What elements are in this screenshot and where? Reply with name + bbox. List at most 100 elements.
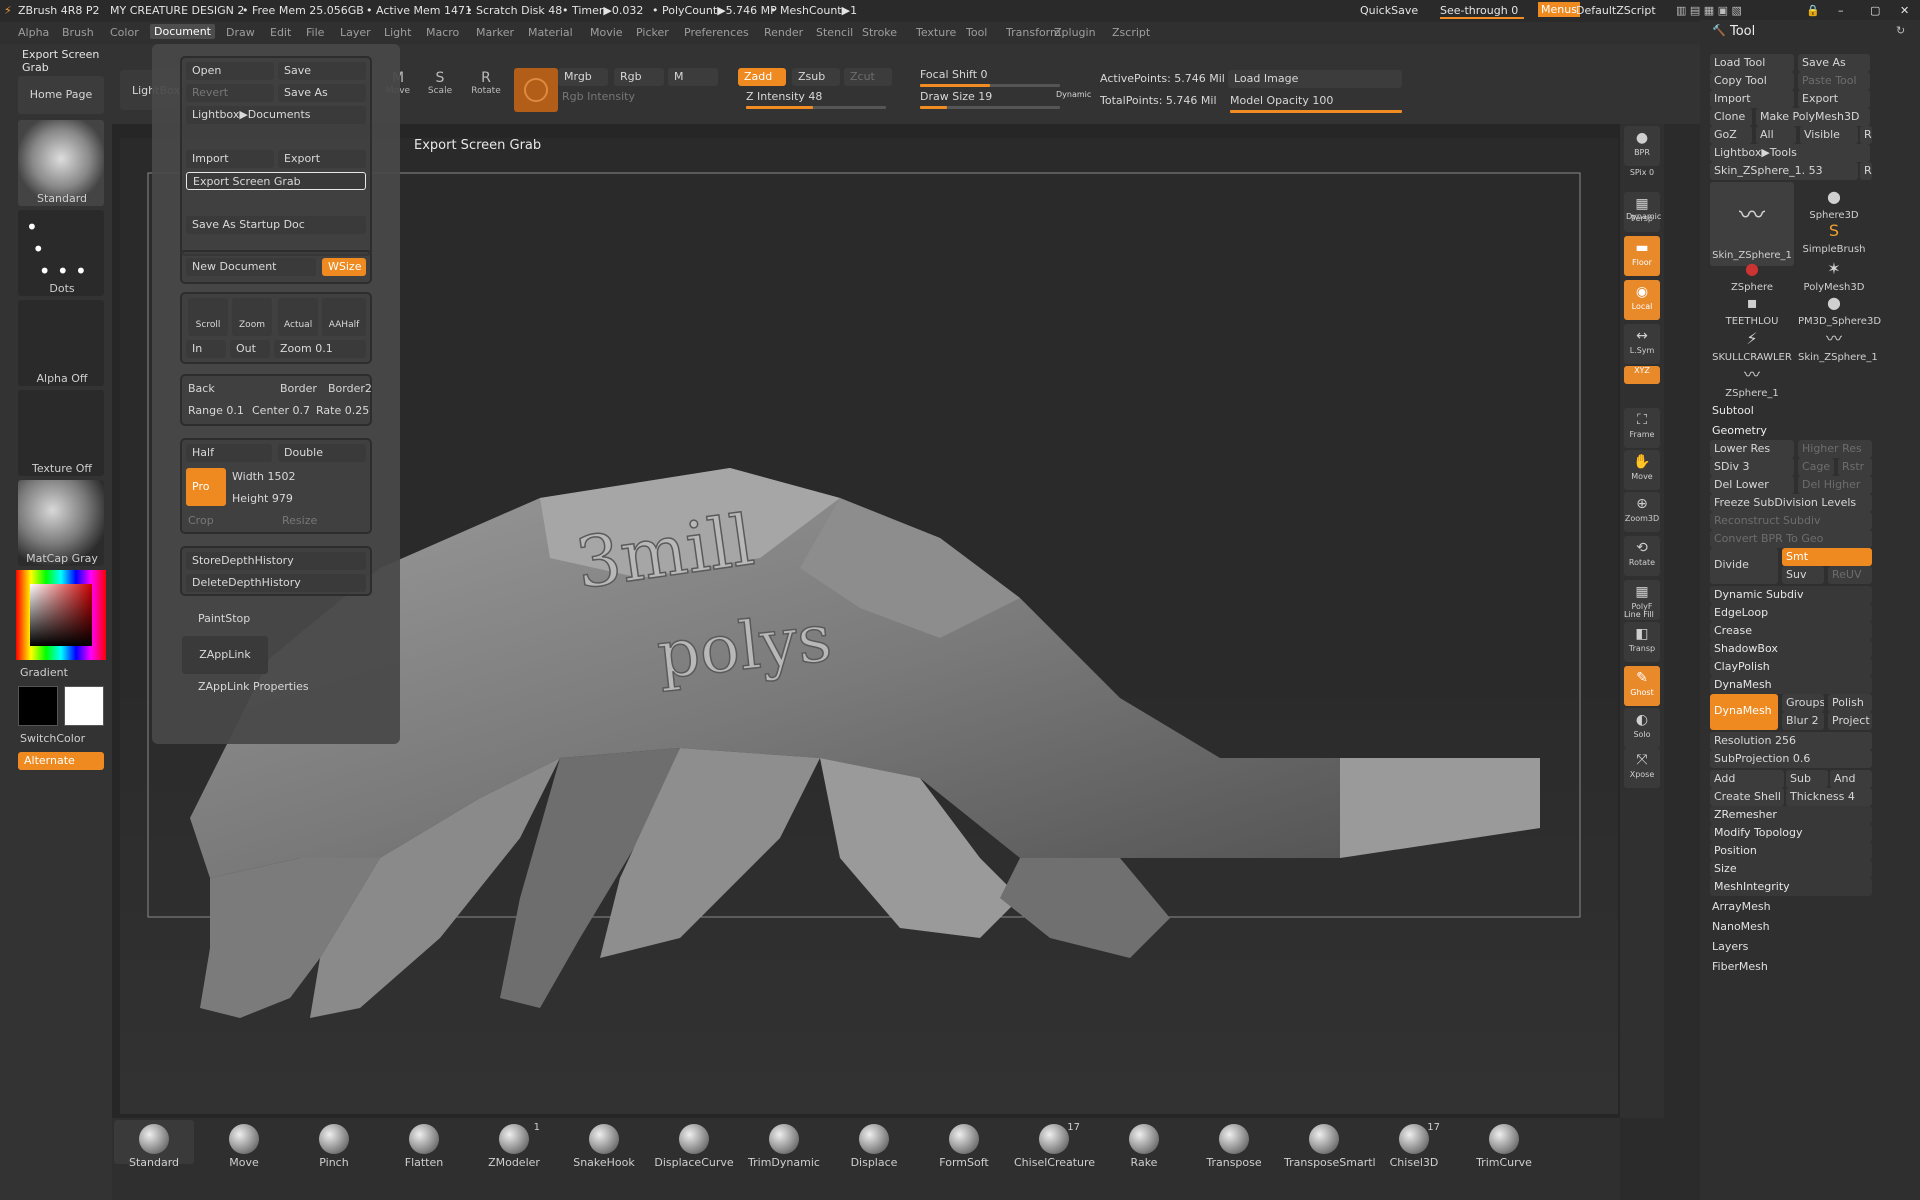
section-meshintegrity[interactable]: MeshIntegrity	[1710, 878, 1872, 896]
color-picker[interactable]	[16, 570, 106, 660]
dynamic-label[interactable]: Dynamic	[1056, 90, 1091, 99]
menu-movie[interactable]: Movie	[590, 26, 623, 39]
higher-res-button[interactable]: Higher Res	[1798, 440, 1872, 458]
section-fibermesh[interactable]: FiberMesh	[1712, 960, 1768, 973]
brush-chiselcreature[interactable]: ChiselCreature 17	[1014, 1120, 1095, 1169]
convert-bpr-button[interactable]: Convert BPR To Geo	[1710, 530, 1872, 548]
brush-transposesmartl[interactable]: TransposeSmartl	[1284, 1120, 1376, 1169]
menu-tool[interactable]: Tool	[966, 26, 987, 39]
section-dynamic-subdiv[interactable]: Dynamic Subdiv	[1710, 586, 1872, 604]
menu-zplugin[interactable]: Zplugin	[1054, 26, 1096, 39]
dynamesh-button[interactable]: DynaMesh	[1710, 694, 1778, 730]
menu-preferences[interactable]: Preferences	[684, 26, 749, 39]
mrgb-button[interactable]: Mrgb	[558, 68, 608, 86]
brush-standard[interactable]: Standard	[114, 1120, 194, 1169]
border-swatch[interactable]: Border	[280, 382, 317, 395]
open-button[interactable]: Open	[186, 62, 274, 80]
load-tool-button[interactable]: Load Tool	[1710, 54, 1794, 72]
shelf-frame[interactable]: ⛶ Frame	[1624, 408, 1660, 448]
freeze-subdivision-button[interactable]: Freeze SubDivision Levels	[1710, 494, 1872, 512]
menu-layer[interactable]: Layer	[340, 26, 371, 39]
zoom-out-button[interactable]: Out	[230, 340, 270, 358]
brush-displacecurve[interactable]: DisplaceCurve	[654, 1120, 734, 1169]
shelf-dynamic-label[interactable]: Dynamic	[1626, 212, 1661, 221]
menu-file[interactable]: File	[306, 26, 324, 39]
menu-draw[interactable]: Draw	[226, 26, 255, 39]
goz-visible-button[interactable]: Visible	[1800, 126, 1858, 144]
tool-r-button[interactable]: R	[1860, 162, 1872, 180]
brush-snakehook[interactable]: SnakeHook	[564, 1120, 644, 1169]
z-intensity-slider[interactable]: Z Intensity 48	[746, 90, 822, 103]
brush-flatten[interactable]: Flatten	[384, 1120, 464, 1169]
resize-button[interactable]: Resize	[282, 514, 317, 527]
default-zscript[interactable]: DefaultZScript	[1576, 4, 1656, 17]
menu-document[interactable]: Document	[150, 24, 215, 39]
width-slider[interactable]: Width 1502	[232, 470, 295, 483]
reuv-button[interactable]: ReUV	[1828, 566, 1872, 584]
tool-thumb[interactable]: 〰 Skin_ZSphere_1	[1710, 182, 1794, 266]
groups-button[interactable]: Groups	[1782, 694, 1824, 712]
tool-export-button[interactable]: Export	[1798, 90, 1870, 108]
lower-res-button[interactable]: Lower Res	[1710, 440, 1794, 458]
menu-marker[interactable]: Marker	[476, 26, 514, 39]
shelf-spix-0[interactable]: SPix 0	[1624, 168, 1660, 186]
shelf-xyz[interactable]: ⟳XYZ	[1624, 366, 1660, 384]
zcut-button[interactable]: Zcut	[844, 68, 892, 86]
model-opacity-track[interactable]	[1230, 110, 1402, 113]
tool-save-as-button[interactable]: Save As	[1798, 54, 1870, 72]
layout-icons[interactable]: ▥ ▤ ▦ ▣ ▧	[1676, 4, 1742, 17]
section-position[interactable]: Position	[1710, 842, 1872, 860]
zoom-slider[interactable]: Zoom 0.1	[274, 340, 366, 358]
brush-move[interactable]: Move	[204, 1120, 284, 1169]
draw-size-slider[interactable]: Draw Size 19	[920, 90, 992, 103]
project-button[interactable]: Project	[1828, 712, 1872, 730]
menu-zscript[interactable]: Zscript	[1112, 26, 1150, 39]
shelf-local[interactable]: ◉ Local	[1624, 280, 1660, 320]
polish-button[interactable]: Polish	[1828, 694, 1872, 712]
material-swatch[interactable]	[514, 68, 558, 112]
alternate-button[interactable]: Alternate	[18, 752, 104, 770]
revert-button[interactable]: Revert	[186, 84, 274, 102]
zapplink-button[interactable]: ZAppLink	[182, 636, 268, 674]
scroll-button[interactable]: Scroll	[188, 298, 228, 336]
draw-size-track[interactable]	[920, 106, 1060, 109]
lightbox-documents-button[interactable]: Lightbox▶Documents	[186, 106, 366, 124]
goz-r-button[interactable]: R	[1860, 126, 1872, 144]
smt-button[interactable]: Smt	[1782, 548, 1872, 566]
rgb-intensity-slider[interactable]: Rgb Intensity	[562, 90, 635, 103]
brush-formsoft[interactable]: FormSoft	[924, 1120, 1004, 1169]
menu-transform[interactable]: Transform	[1006, 26, 1061, 39]
brush-trimdynamic[interactable]: TrimDynamic	[744, 1120, 824, 1169]
brush-zmodeler[interactable]: ZModeler 1	[474, 1120, 554, 1169]
paintstop-label[interactable]: PaintStop	[198, 612, 250, 625]
section-zremesher[interactable]: ZRemesher	[1710, 806, 1872, 824]
rstr-button[interactable]: Rstr	[1838, 458, 1872, 476]
model-opacity-slider[interactable]: Model Opacity 100	[1230, 94, 1333, 107]
brush-trimcurve[interactable]: TrimCurve	[1464, 1120, 1544, 1169]
delete-depth-history-button[interactable]: DeleteDepthHistory	[186, 574, 366, 592]
resolution-slider[interactable]: Resolution 256	[1710, 732, 1872, 750]
goz-button[interactable]: GoZ	[1710, 126, 1752, 144]
quicksave-button[interactable]: QuickSave	[1360, 4, 1418, 17]
and-button[interactable]: And	[1830, 770, 1872, 788]
lock-icon[interactable]: 🔒	[1806, 4, 1820, 17]
menu-render[interactable]: Render	[764, 26, 803, 39]
store-depth-history-button[interactable]: StoreDepthHistory	[186, 552, 366, 570]
zadd-button[interactable]: Zadd	[738, 68, 786, 86]
save-as-button[interactable]: Save As	[278, 84, 366, 102]
m-button[interactable]: M	[668, 68, 718, 86]
menu-color[interactable]: Color	[110, 26, 139, 39]
divide-button[interactable]: Divide	[1710, 548, 1778, 584]
new-document-button[interactable]: New Document	[186, 258, 316, 276]
clone-button[interactable]: Clone	[1710, 108, 1752, 126]
shelf-solo[interactable]: ◐ Solo	[1624, 708, 1660, 748]
section-size[interactable]: Size	[1710, 860, 1872, 878]
section-edgeloop[interactable]: EdgeLoop	[1710, 604, 1872, 622]
section-crease[interactable]: Crease	[1710, 622, 1872, 640]
section-shadowbox[interactable]: ShadowBox	[1710, 640, 1872, 658]
shelf-zoom3d[interactable]: ⊕ Zoom3D	[1624, 492, 1660, 532]
color-square[interactable]	[30, 584, 92, 646]
zoom-button[interactable]: Zoom	[232, 298, 272, 336]
shelf-ghost[interactable]: ✎ Ghost	[1624, 666, 1660, 706]
center-slider[interactable]: Center 0.7	[252, 404, 310, 417]
